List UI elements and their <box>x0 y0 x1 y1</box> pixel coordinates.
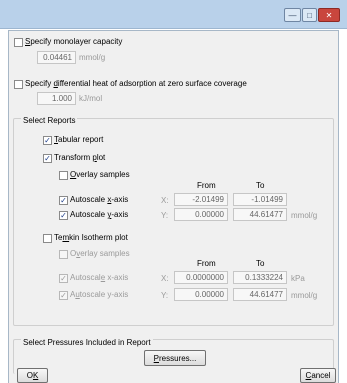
transform-plot-label: Transform plot <box>54 153 106 162</box>
maximize-button[interactable]: □ <box>302 8 317 22</box>
monolayer-label: Specify monolayer capacity <box>25 37 123 46</box>
diffheat-checkbox[interactable] <box>14 80 23 89</box>
temkin-y-axis-label: Y: <box>161 291 169 300</box>
transform-y-axis-label: Y: <box>161 211 169 220</box>
temkin-y-to-field[interactable]: 44.61477 <box>233 288 287 301</box>
minimize-icon: — <box>288 10 297 20</box>
temkin-plot-label: Temkin Isotherm plot <box>54 233 128 242</box>
transform-autoscale-y-label: Autoscale y-axis <box>70 210 129 219</box>
temkin-x-to-field[interactable]: 0.1333224 <box>233 271 287 284</box>
transform-from-header: From <box>197 181 216 190</box>
ok-button[interactable]: OK <box>17 368 48 383</box>
transform-autoscale-x-checkbox[interactable]: ✓ <box>59 196 68 205</box>
tabular-report-label: Tabular report <box>54 135 104 144</box>
transform-autoscale-x-label: Autoscale x-axis <box>70 195 129 204</box>
minimize-button[interactable]: — <box>284 8 301 22</box>
transform-x-axis-label: X: <box>161 196 169 205</box>
temkin-autoscale-x-checkbox[interactable]: ✓ <box>59 274 68 283</box>
diffheat-unit: kJ/mol <box>79 94 103 103</box>
pressures-group-title: Select Pressures Included in Report <box>21 338 153 347</box>
transform-plot-checkbox[interactable]: ✓ <box>43 154 52 163</box>
transform-y-unit: mmol/g <box>291 211 318 220</box>
transform-overlay-checkbox[interactable] <box>59 171 68 180</box>
temkin-autoscale-y-label: Autoscale y-axis <box>70 290 129 299</box>
temkin-x-from-field[interactable]: 0.0000000 <box>174 271 228 284</box>
transform-autoscale-y-checkbox[interactable]: ✓ <box>59 211 68 220</box>
temkin-overlay-checkbox[interactable] <box>59 250 68 259</box>
footer-bar <box>8 375 339 383</box>
close-icon: ✕ <box>325 10 333 20</box>
maximize-icon: □ <box>307 10 312 20</box>
transform-y-to-field[interactable]: 44.61477 <box>233 208 287 221</box>
temkin-x-unit: kPa <box>291 274 305 283</box>
temkin-autoscale-x-label: Autoscale x-axis <box>70 273 129 282</box>
transform-x-from-field[interactable]: -2.01499 <box>174 193 228 206</box>
monolayer-checkbox[interactable] <box>14 38 23 47</box>
transform-to-header: To <box>256 181 265 190</box>
temkin-from-header: From <box>197 259 216 268</box>
cancel-button[interactable]: Cancel <box>300 368 336 383</box>
title-bar: — □ ✕ <box>0 0 347 29</box>
diffheat-label: Specify differential heat of adsorption … <box>25 79 247 88</box>
transform-x-to-field[interactable]: -1.01499 <box>233 193 287 206</box>
transform-overlay-label: Overlay samples <box>70 170 130 179</box>
select-reports-title: Select Reports <box>21 116 78 125</box>
monolayer-value-field[interactable]: 0.04461 <box>37 51 76 64</box>
pressures-button[interactable]: Pressures... <box>144 350 206 366</box>
temkin-y-unit: mmol/g <box>291 291 318 300</box>
temkin-x-axis-label: X: <box>161 274 169 283</box>
diffheat-value-field[interactable]: 1.000 <box>37 92 76 105</box>
temkin-to-header: To <box>256 259 265 268</box>
temkin-y-from-field[interactable]: 0.00000 <box>174 288 228 301</box>
temkin-overlay-label: Overlay samples <box>70 249 130 258</box>
temkin-plot-checkbox[interactable] <box>43 234 52 243</box>
tabular-report-checkbox[interactable]: ✓ <box>43 136 52 145</box>
temkin-autoscale-y-checkbox[interactable]: ✓ <box>59 291 68 300</box>
close-button[interactable]: ✕ <box>318 8 340 22</box>
transform-y-from-field[interactable]: 0.00000 <box>174 208 228 221</box>
monolayer-unit: mmol/g <box>79 53 106 62</box>
